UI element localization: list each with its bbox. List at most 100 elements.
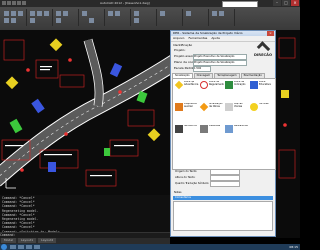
text-mark <box>90 175 112 177</box>
catalog-item-label: Sinalização de Obras <box>209 103 223 108</box>
sign-red <box>26 68 30 72</box>
minimize-button[interactable]: – <box>273 0 281 6</box>
sign-red <box>283 123 287 127</box>
ribbon-group-modify[interactable] <box>28 9 53 26</box>
command-line-history: Command: *Cancel* Command: *Cancel* Comm… <box>0 195 170 238</box>
roadwork-sign-icon <box>199 102 209 112</box>
open-icon[interactable] <box>7 1 11 5</box>
catalog-item[interactable]: Placa Educativa <box>250 81 274 101</box>
road-marking-icon <box>225 103 233 111</box>
catalog-item[interactable]: Placa de Regulamentação <box>200 81 224 101</box>
catalog-item-label: Semáforos <box>184 125 197 127</box>
logo: DIRECÃO <box>251 41 275 57</box>
ribbon-group-properties[interactable] <box>132 9 157 26</box>
traffic-light-icon <box>175 125 183 133</box>
sign-red <box>64 132 68 136</box>
quadro-traducao-field[interactable] <box>210 181 240 187</box>
sign-red <box>68 58 72 62</box>
sign-frame <box>278 149 296 179</box>
command-prompt: Command: <box>0 233 16 237</box>
catalog-item[interactable]: Marcas Viárias <box>225 103 249 123</box>
sign-frame <box>3 39 25 61</box>
catalog-item-label: Placa de Regulamentação <box>209 81 224 86</box>
taskbar-app-icon[interactable] <box>34 245 40 249</box>
dialog-close-button[interactable]: × <box>267 31 274 36</box>
indication-sign-icon <box>225 81 233 89</box>
ribbon-group-block[interactable] <box>106 9 131 26</box>
field-label: Escala Padrão <box>174 66 195 70</box>
taskbar-app-icon[interactable] <box>10 245 16 249</box>
catalog-item-label: Placa de Advertência <box>184 81 199 86</box>
catalog-item[interactable]: Sinalização de Obras <box>199 102 224 123</box>
catalog-item[interactable]: Defensas <box>200 125 224 145</box>
maximize-button[interactable]: □ <box>282 0 290 6</box>
guardrail-icon <box>200 125 208 133</box>
ribbon-group-annotation[interactable] <box>80 9 105 26</box>
road-stud-icon <box>250 103 258 111</box>
tab-model[interactable]: Model <box>1 238 17 243</box>
property-label: Quadro Tradução Símbolo: <box>175 182 210 185</box>
sign-catalog: Placa de Advertência Placa de Regulament… <box>172 78 276 170</box>
sign-frame <box>109 139 139 157</box>
catalog-item[interactable]: Semáforos <box>175 125 199 145</box>
tab-layout1[interactable]: Layout1 <box>18 238 37 243</box>
ribbon-group-view[interactable] <box>210 9 235 26</box>
text-mark <box>40 66 52 68</box>
sign-frame <box>39 149 79 169</box>
menu-ajuda[interactable]: Ajuda <box>211 36 220 40</box>
sign-frame <box>127 109 155 127</box>
sign-green <box>104 148 110 156</box>
catalog-item[interactable]: Dispositivo auxiliar <box>175 103 199 123</box>
close-button[interactable]: × <box>291 0 299 6</box>
regulation-sign-icon <box>200 81 208 89</box>
branch-road-surface <box>84 38 103 107</box>
property-label: Origem do Texto: <box>175 170 198 173</box>
app-title: AutoCAD 2012 - [Desenho1.dwg] <box>100 1 150 5</box>
start-button[interactable] <box>1 244 7 250</box>
catalog-item[interactable]: Balizadores <box>225 125 249 145</box>
notes-textarea[interactable] <box>173 201 273 231</box>
notes-selected-row[interactable]: Comentários <box>173 196 273 200</box>
sign-blue <box>31 98 45 114</box>
catalog-item[interactable]: Placa de Indicação <box>225 81 249 101</box>
redo-icon[interactable] <box>22 1 26 5</box>
sign-frame <box>59 74 85 88</box>
cad-drawing <box>0 38 170 189</box>
ribbon-group-layers[interactable] <box>54 9 79 26</box>
auxiliary-device-icon <box>175 103 183 111</box>
cad-drawing-right <box>278 37 296 179</box>
text-mark <box>114 145 134 147</box>
properties-panel: Origem do Texto: Altura do Texto: Quadro… <box>172 169 274 187</box>
tab-layout2[interactable]: Layout2 <box>38 238 57 243</box>
catalog-item-label: Placa Educativa <box>259 81 271 86</box>
menu-arquivo[interactable]: Arquivo <box>173 36 184 40</box>
text-mark <box>40 69 50 71</box>
sign-red <box>20 168 24 172</box>
catalog-item-label: Balizadores <box>234 125 248 127</box>
ribbon-group-utilities[interactable] <box>158 9 183 26</box>
new-icon[interactable] <box>2 1 6 5</box>
dialog-title: DER - Sistema de Sinalização de Projeto … <box>173 31 243 35</box>
escala-padrao-select[interactable]: 1:500 <box>193 66 211 72</box>
taskbar-app-icon[interactable] <box>18 245 24 249</box>
field-row: Escala Padrão 1:500 <box>171 66 275 72</box>
catalog-item-label: Placa de Indicação <box>234 81 246 86</box>
taskbar-app-icon[interactable] <box>26 245 32 249</box>
save-icon[interactable] <box>12 1 16 5</box>
sign-yellow <box>147 128 161 142</box>
title-bar: AutoCAD 2012 - [Desenho1.dwg] – □ × <box>0 0 300 8</box>
ribbon-group-draw[interactable] <box>2 9 27 26</box>
catalog-item-label: Tachões <box>259 103 269 105</box>
sign-green <box>9 118 23 134</box>
drawing-canvas[interactable] <box>0 30 170 195</box>
sign-yellow <box>5 76 19 90</box>
drawing-canvas-right[interactable] <box>275 30 300 238</box>
catalog-item[interactable]: Placa de Advertência <box>174 80 199 101</box>
field-label: Projeto: <box>174 48 186 52</box>
menu-ferramentas[interactable]: Ferramentas <box>188 36 207 40</box>
undo-icon[interactable] <box>17 1 21 5</box>
catalog-item[interactable]: Tachões <box>250 103 274 123</box>
educational-sign-icon <box>250 81 258 89</box>
ribbon-group-clipboard[interactable] <box>184 9 209 26</box>
warning-sign-icon <box>174 80 184 90</box>
